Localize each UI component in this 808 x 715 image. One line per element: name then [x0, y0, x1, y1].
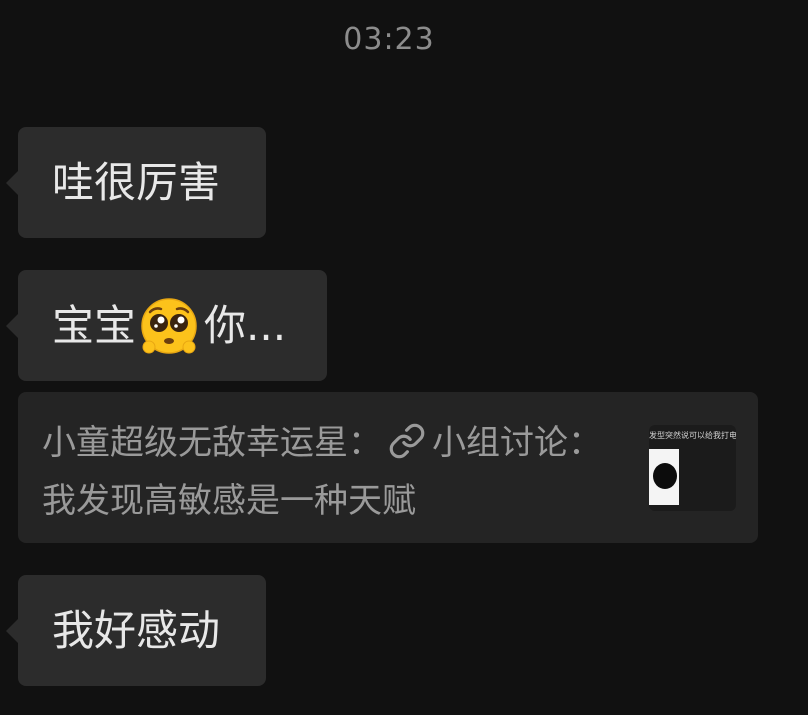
- message-bubble[interactable]: 哇很厉害: [6, 127, 266, 238]
- message-bubble[interactable]: 宝宝 你...: [6, 270, 327, 381]
- quoted-link-card[interactable]: 小童超级无敌幸运星： 小组讨论：我发现高敏感是一种天赋 发型突然说可以给我打电话: [18, 392, 758, 543]
- message-text: 哇很厉害: [52, 157, 221, 207]
- quote-sender: 小童超级无敌幸运星：: [42, 423, 382, 463]
- message-text: 宝宝: [52, 300, 137, 350]
- thumbnail-caption: 发型突然说可以给我打电话: [649, 431, 736, 440]
- thumbnail-figure: [653, 463, 677, 489]
- message-timestamp: 03:23: [343, 22, 435, 57]
- message-bubble[interactable]: 我好感动: [6, 575, 266, 686]
- link-icon: [389, 423, 425, 459]
- message-text: 我好感动: [52, 605, 221, 655]
- pleading-face-emoji: [141, 297, 197, 354]
- chat-screen: 03:23 哇很厉害 宝宝 你... 小童超级无敌幸运星： 小组讨论：我发现高敏感…: [0, 0, 808, 715]
- quoted-message-text: 小童超级无敌幸运星： 小组讨论：我发现高敏感是一种天赋: [42, 414, 602, 530]
- message-text: 你...: [204, 300, 287, 350]
- link-thumbnail[interactable]: 发型突然说可以给我打电话: [649, 425, 736, 511]
